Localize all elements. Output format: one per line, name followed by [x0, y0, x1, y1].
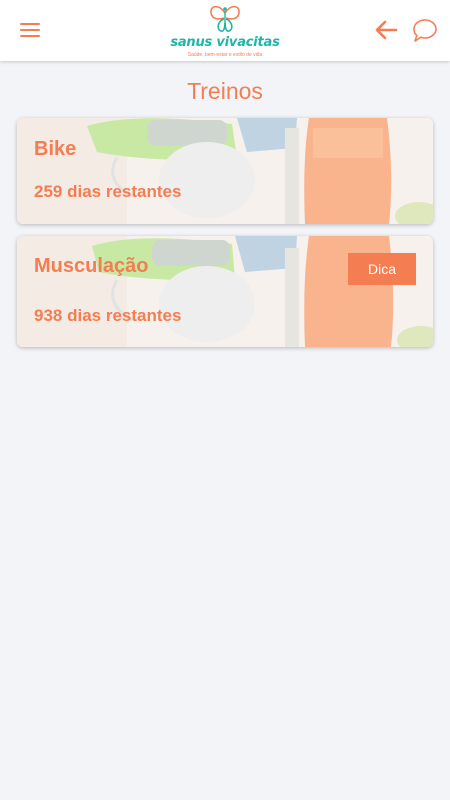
days-remaining: 938 dias restantes	[34, 306, 182, 325]
days-remaining: 259 dias restantes	[34, 182, 182, 201]
chat-bubble-icon[interactable]	[411, 16, 439, 44]
training-title: Bike	[34, 138, 77, 160]
hamburger-menu-icon[interactable]	[18, 19, 44, 41]
logo-wordmark: sanus vivacitas	[170, 35, 280, 50]
training-card-musculacao[interactable]: Musculação Dica 938 dias restantes	[17, 236, 433, 347]
app-bar: sanus vivacitas Saúde, bem-estar e estil…	[0, 0, 450, 61]
fitness-background-image	[17, 118, 433, 224]
page-title: Treinos	[187, 78, 263, 104]
butterfly-logo-icon	[210, 5, 240, 32]
logo-tagline: Saúde, bem-estar e estilo de vida	[187, 52, 263, 58]
training-card-bike[interactable]: Bike 259 dias restantes	[17, 118, 433, 224]
back-arrow-icon[interactable]	[374, 20, 398, 40]
tip-button[interactable]: Dica	[348, 253, 416, 285]
app-logo: sanus vivacitas Saúde, bem-estar e estil…	[168, 2, 282, 60]
training-title: Musculação	[34, 255, 149, 277]
